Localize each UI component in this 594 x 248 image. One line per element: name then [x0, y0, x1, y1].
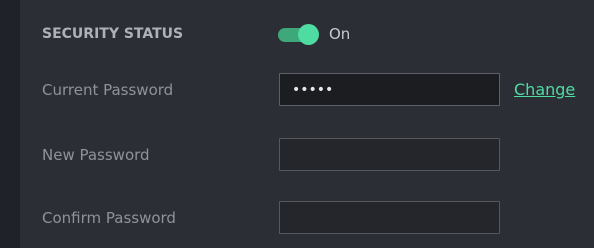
confirm-password-label: Confirm Password — [42, 209, 176, 227]
toggle-state-label: On — [329, 25, 351, 43]
new-password-label: New Password — [42, 146, 150, 164]
change-password-link[interactable]: Change — [514, 80, 575, 100]
security-status-toggle[interactable] — [278, 24, 320, 45]
security-settings-panel: SECURITY STATUS On Current Password Chan… — [20, 0, 594, 248]
toggle-knob — [298, 24, 319, 45]
confirm-password-field[interactable] — [279, 201, 500, 234]
security-status-heading: SECURITY STATUS — [42, 26, 184, 42]
current-password-label: Current Password — [42, 81, 174, 99]
new-password-field[interactable] — [279, 138, 500, 171]
current-password-field[interactable] — [279, 73, 500, 106]
